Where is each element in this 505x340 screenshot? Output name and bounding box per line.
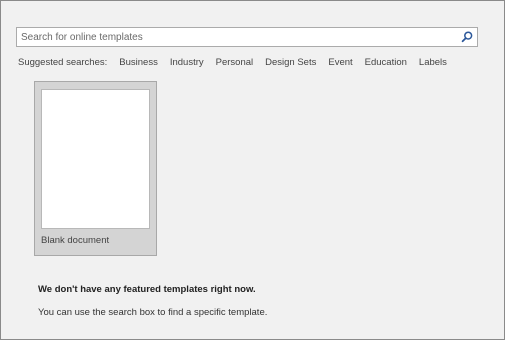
suggested-search-industry[interactable]: Industry (170, 57, 204, 68)
suggested-searches-label: Suggested searches: (18, 56, 108, 68)
search-box[interactable] (16, 27, 478, 47)
suggested-search-personal[interactable]: Personal (216, 57, 254, 68)
suggested-search-event[interactable]: Event (328, 57, 352, 68)
search-input[interactable] (21, 30, 451, 45)
suggested-search-labels[interactable]: Labels (419, 57, 447, 68)
suggested-search-business[interactable]: Business (119, 57, 158, 68)
template-name: Blank document (41, 235, 110, 246)
templates-pane: Suggested searches: Business Industry Pe… (0, 0, 505, 340)
suggested-search-education[interactable]: Education (365, 57, 407, 68)
no-featured-templates-heading: We don't have any featured templates rig… (38, 284, 256, 295)
no-featured-templates-hint: You can use the search box to find a spe… (38, 307, 268, 318)
template-card-blank-document[interactable]: Blank document (34, 81, 157, 256)
suggested-searches: Suggested searches: Business Industry Pe… (18, 55, 459, 69)
search-icon[interactable] (460, 30, 474, 44)
template-thumbnail (41, 89, 150, 229)
suggested-search-design-sets[interactable]: Design Sets (265, 57, 316, 68)
